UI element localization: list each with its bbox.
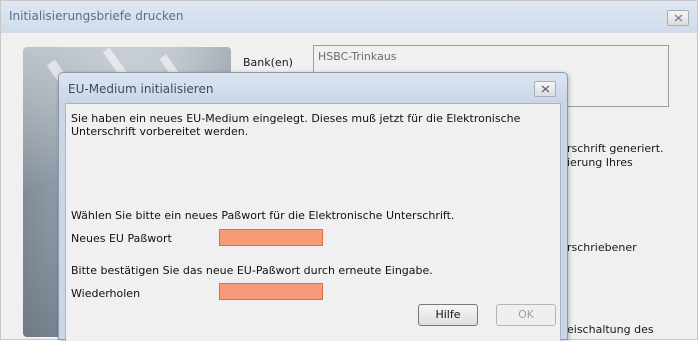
repeat-password-label: Wiederholen — [71, 287, 141, 300]
ok-button[interactable]: OK — [496, 304, 556, 326]
confirm-password-instruction: Bitte bestätigen Sie das neue EU-Paßwort… — [71, 264, 433, 277]
new-password-label: Neues EU Paßwort — [71, 232, 172, 245]
dialog-intro-line-1: Sie haben ein neues EU-Medium eingelegt.… — [71, 112, 521, 125]
repeat-password-input[interactable] — [219, 283, 323, 300]
outer-window-title: Initialisierungsbriefe drucken — [9, 9, 184, 23]
dialog-content: Sie haben ein neues EU-Medium eingelegt.… — [65, 103, 561, 341]
help-button[interactable]: Hilfe — [418, 304, 478, 326]
dialog-title: EU-Medium initialisieren — [68, 82, 214, 96]
new-password-input[interactable] — [219, 229, 323, 246]
close-icon — [674, 14, 683, 22]
eu-medium-dialog: EU-Medium initialisieren Sie haben ein n… — [58, 72, 568, 341]
close-icon — [541, 85, 550, 93]
dialog-close-button[interactable] — [534, 81, 556, 97]
outer-titlebar: Initialisierungsbriefe drucken — [1, 1, 697, 33]
outer-text-fragment: eischaltung des — [567, 323, 654, 336]
choose-password-instruction: Wählen Sie bitte ein neues Paßwort für d… — [71, 209, 455, 222]
bank-list-item[interactable]: HSBC-Trinkaus — [318, 50, 397, 63]
outer-text-fragment: ierung Ihres — [567, 156, 633, 169]
outer-text-fragment: rschrift generiert. — [567, 142, 664, 155]
dialog-intro-line-2: Unterschrift vorbereitet werden. — [71, 125, 249, 138]
outer-close-button[interactable] — [667, 10, 689, 26]
outer-text-fragment: rschriebener — [567, 241, 637, 254]
bank-label: Bank(en) — [243, 56, 293, 69]
